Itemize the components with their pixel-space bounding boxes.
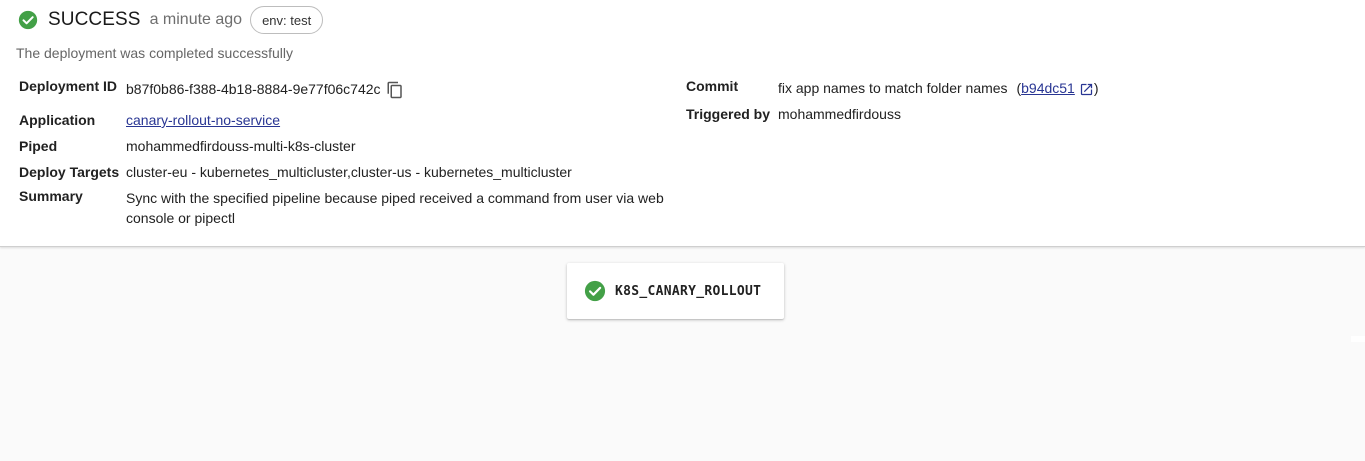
external-link-icon[interactable]	[1079, 82, 1094, 97]
commit-hash-link[interactable]: b94dc51	[1021, 80, 1075, 96]
check-circle-icon	[584, 280, 606, 302]
status-row: SUCCESS a minute ago env: test	[18, 5, 324, 35]
commit-value: fix app names to match folder names (b94…	[778, 80, 1099, 97]
deployment-status: SUCCESS	[48, 9, 141, 30]
deployment-detail-panel: SUCCESS a minute ago env: test The deplo…	[0, 0, 1365, 247]
commit-close-paren: )	[1093, 80, 1099, 96]
pipeline-stage-card[interactable]: K8S_CANARY_ROLLOUT	[567, 263, 784, 319]
commit-message: fix app names to match folder names	[778, 80, 1008, 96]
summary-label: Summary	[19, 188, 83, 204]
status-description: The deployment was completed successfull…	[16, 45, 294, 61]
piped-label: Piped	[19, 138, 58, 154]
details-right: Commit fix app names to match folder nam…	[686, 78, 1286, 138]
deployment-id-label: Deployment ID	[19, 78, 118, 94]
commit-label: Commit	[686, 78, 739, 94]
status-timestamp: a minute ago	[149, 11, 243, 28]
application-label: Application	[19, 112, 96, 128]
check-circle-icon	[18, 10, 38, 30]
deployment-id-value: b87f0b86-f388-4b18-8884-9e77f06c742c	[126, 81, 404, 99]
copy-icon[interactable]	[386, 81, 404, 99]
env-chip: env: test	[250, 6, 324, 34]
piped-value: mohammedfirdouss-multi-k8s-cluster	[126, 138, 356, 154]
summary-value: Sync with the specified pipeline because…	[126, 190, 664, 226]
deployment-id-text: b87f0b86-f388-4b18-8884-9e77f06c742c	[126, 81, 381, 97]
deploy-targets-label: Deploy Targets	[19, 164, 120, 180]
application-link[interactable]: canary-rollout-no-service	[126, 112, 280, 128]
deploy-targets-value: cluster-eu - kubernetes_multicluster,clu…	[126, 164, 572, 180]
scroll-edge	[1351, 336, 1365, 342]
stage-name: K8S_CANARY_ROLLOUT	[615, 283, 762, 299]
details-left: Deployment ID b87f0b86-f388-4b18-8884-9e…	[19, 78, 679, 238]
triggered-by-value: mohammedfirdouss	[778, 106, 901, 122]
triggered-by-label: Triggered by	[686, 106, 771, 122]
